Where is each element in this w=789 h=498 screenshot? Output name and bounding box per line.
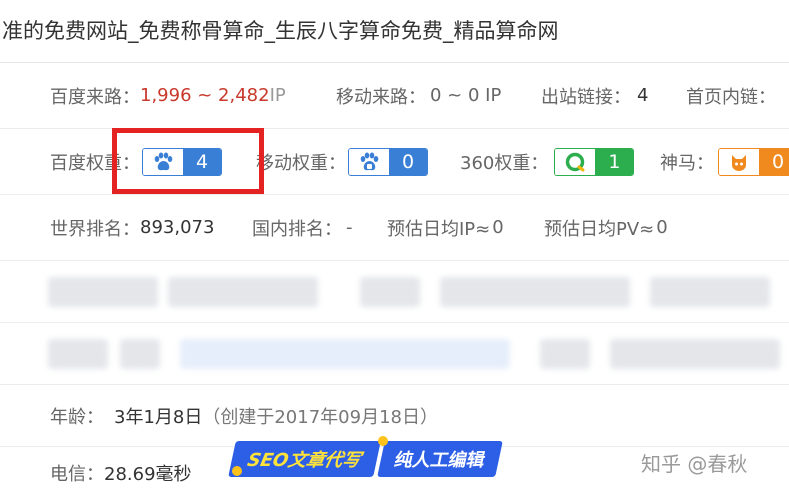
blurred-content — [540, 339, 590, 369]
telecom-speed: 电信： 28.69毫秒 — [50, 447, 192, 498]
baidu-source-unit: IP — [269, 85, 286, 106]
highlight-box — [112, 128, 264, 194]
home-inlinks-label: 首页内链： — [686, 86, 776, 108]
mobile-weight-value: 0 — [389, 148, 427, 175]
blurred-content — [48, 339, 108, 369]
ring-360-icon — [555, 148, 596, 175]
domestic-rank-label: 国内排名： — [252, 218, 342, 240]
baidu-source: 百度来路： 1,996 ~ 2,482 IP — [50, 63, 286, 128]
decor-dot — [232, 466, 242, 476]
seo-banner[interactable]: SEO文章代写 纯人工编辑 — [228, 436, 503, 478]
weight360-value: 1 — [595, 148, 634, 175]
world-rank: 世界排名： 893,073 — [50, 195, 214, 260]
baidu-source-label: 百度来路： — [50, 86, 140, 108]
daily-pv-label: 预估日均PV≈ — [544, 218, 655, 240]
domestic-rank-value: - — [346, 217, 353, 238]
shenma-label: 神马： — [660, 152, 714, 174]
age-value: 3年1月8日 — [114, 406, 203, 428]
baidu-source-value[interactable]: 1,996 ~ 2,482 — [140, 85, 270, 106]
blurred-row-1 — [0, 261, 789, 323]
blurred-row-2 — [0, 323, 789, 385]
mobile-weight: 移动权重： 0 — [256, 129, 428, 194]
mobile-source: 移动来路： 0 ~ 0 IP — [336, 63, 501, 128]
blurred-content — [360, 277, 420, 307]
home-inlinks: 首页内链： — [686, 63, 776, 128]
shenma-value: 0 — [759, 148, 789, 175]
daily-ip-label: 预估日均IP≈ — [387, 218, 491, 240]
blurred-content — [120, 339, 160, 369]
blurred-content — [168, 277, 318, 307]
weight-360: 360权重： 1 — [460, 129, 635, 194]
blurred-content — [610, 339, 780, 369]
daily-pv-value: 0 — [656, 217, 668, 238]
domestic-rank: 国内排名： - — [252, 195, 353, 260]
telecom-label: 电信： — [50, 463, 104, 485]
age-row: 年龄： 3年1月8日 （创建于2017年09月18日） — [0, 385, 789, 447]
mobile-source-value: 0 ~ 0 IP — [430, 85, 502, 106]
shenma-badge[interactable]: 0 — [718, 147, 789, 176]
paw-mobile-icon — [349, 148, 389, 175]
blurred-content — [650, 277, 770, 307]
rank-row: 世界排名： 893,073 国内排名： - 预估日均IP≈ 0 预估日均PV≈ … — [0, 195, 789, 261]
mobile-weight-badge[interactable]: 0 — [348, 147, 428, 176]
created-note: （创建于2017年09月18日） — [202, 406, 438, 428]
decor-dot — [378, 436, 388, 446]
daily-ip: 预估日均IP≈ 0 — [387, 195, 504, 260]
seo-banner-part1: SEO文章代写 — [228, 441, 381, 477]
mobile-source-label: 移动来路： — [336, 86, 426, 108]
world-rank-value[interactable]: 893,073 — [140, 217, 214, 238]
outbound-links: 出站链接： 4 — [541, 63, 648, 128]
weight360-badge[interactable]: 1 — [554, 147, 635, 176]
outbound-label: 出站链接： — [541, 86, 631, 108]
watermark: 知乎 @春秋 — [641, 452, 748, 476]
blurred-content — [48, 277, 158, 307]
blurred-content — [440, 277, 630, 307]
cat-face-icon — [719, 148, 759, 175]
daily-pv: 预估日均PV≈ 0 — [544, 195, 668, 260]
weight360-label: 360权重： — [460, 152, 549, 174]
telecom-value: 28.69毫秒 — [104, 463, 192, 485]
seo-banner-part2: 纯人工编辑 — [376, 441, 503, 477]
world-rank-label: 世界排名： — [50, 218, 140, 240]
traffic-row: 百度来路： 1,996 ~ 2,482 IP 移动来路： 0 ~ 0 IP 出站… — [0, 63, 789, 129]
age-label: 年龄： — [50, 406, 104, 428]
daily-ip-value: 0 — [492, 217, 504, 238]
mobile-weight-label: 移动权重： — [256, 152, 346, 174]
blurred-content — [180, 339, 510, 369]
outbound-value[interactable]: 4 — [637, 85, 648, 106]
page-title: 准的免费网站_免费称骨算命_生辰八字算命免费_精品算命网 — [2, 19, 559, 43]
shenma-weight: 神马： 0 — [660, 129, 789, 194]
